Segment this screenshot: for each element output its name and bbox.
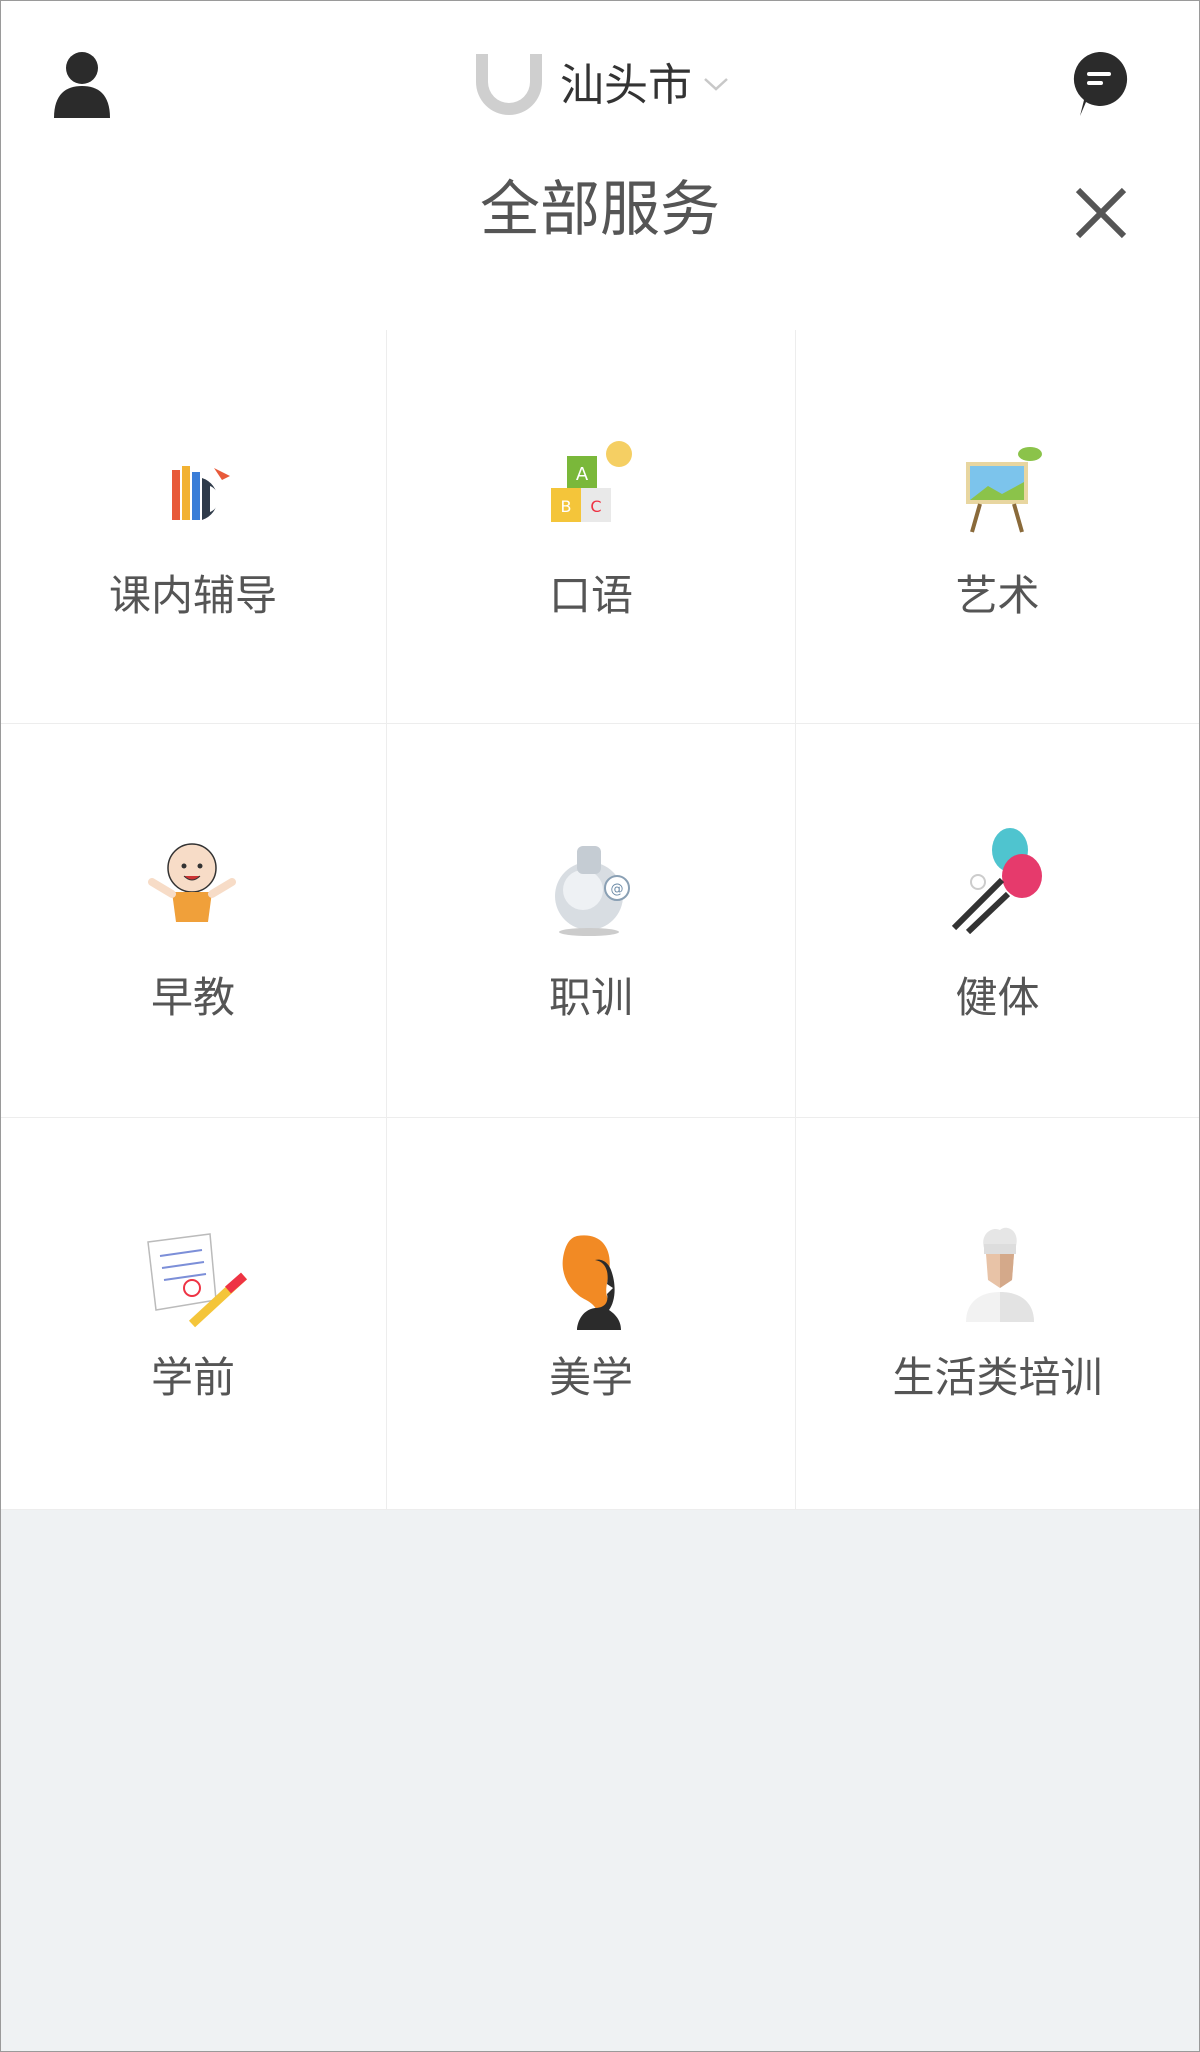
service-label: 口语 xyxy=(548,571,633,620)
baby-icon xyxy=(148,843,236,922)
stationery-icon xyxy=(172,466,230,520)
service-early-education[interactable]: 早教 xyxy=(0,724,387,1118)
service-art[interactable]: 艺术 xyxy=(796,330,1200,724)
service-aesthetics[interactable]: 美学 xyxy=(387,1118,796,1510)
service-label: 艺术 xyxy=(955,571,1040,620)
svg-text:C: C xyxy=(590,497,601,516)
service-oral-english[interactable]: A B C 口语 xyxy=(387,330,796,724)
didi-logo-icon xyxy=(476,54,542,115)
easel-icon xyxy=(966,447,1042,533)
service-fitness[interactable]: 健体 xyxy=(796,724,1200,1118)
service-label: 早教 xyxy=(150,973,235,1022)
woman-silhouette-icon xyxy=(562,1235,621,1330)
service-life-skills[interactable]: 生活类培训 xyxy=(796,1118,1200,1510)
notepad-pencil-icon xyxy=(147,1233,248,1328)
service-label: 学前 xyxy=(150,1353,235,1402)
badminton-icon xyxy=(951,828,1042,934)
service-label: 生活类培训 xyxy=(892,1353,1103,1402)
svg-text:@: @ xyxy=(611,882,624,897)
city-selector[interactable]: 汕头市 xyxy=(560,58,692,114)
svg-text:B: B xyxy=(561,497,572,516)
message-icon[interactable] xyxy=(1070,50,1128,120)
service-label: 健体 xyxy=(955,973,1040,1022)
service-tutoring[interactable]: 课内辅导 xyxy=(0,330,387,724)
service-vocational-training[interactable]: @ 职训 xyxy=(387,724,796,1118)
service-label: 课内辅导 xyxy=(108,571,277,620)
page-title: 全部服务 xyxy=(480,175,720,245)
service-preschool[interactable]: 学前 xyxy=(0,1118,387,1510)
close-icon[interactable] xyxy=(1074,186,1128,240)
chef-icon xyxy=(966,1227,1034,1322)
svg-text:A: A xyxy=(576,464,589,485)
header: 汕头市 全部服务 xyxy=(0,0,1200,331)
service-label: 职训 xyxy=(548,973,633,1022)
abc-blocks-icon: A B C xyxy=(551,441,632,522)
user-profile-icon[interactable] xyxy=(52,50,112,118)
service-label: 美学 xyxy=(548,1353,633,1402)
chevron-down-icon[interactable] xyxy=(702,74,730,94)
globe-icon: @ xyxy=(555,846,630,936)
services-grid: 课内辅导 A B C 口语 艺术 早教 @ 职训 健体 学前 美学 生活类培训 xyxy=(0,330,1200,1510)
